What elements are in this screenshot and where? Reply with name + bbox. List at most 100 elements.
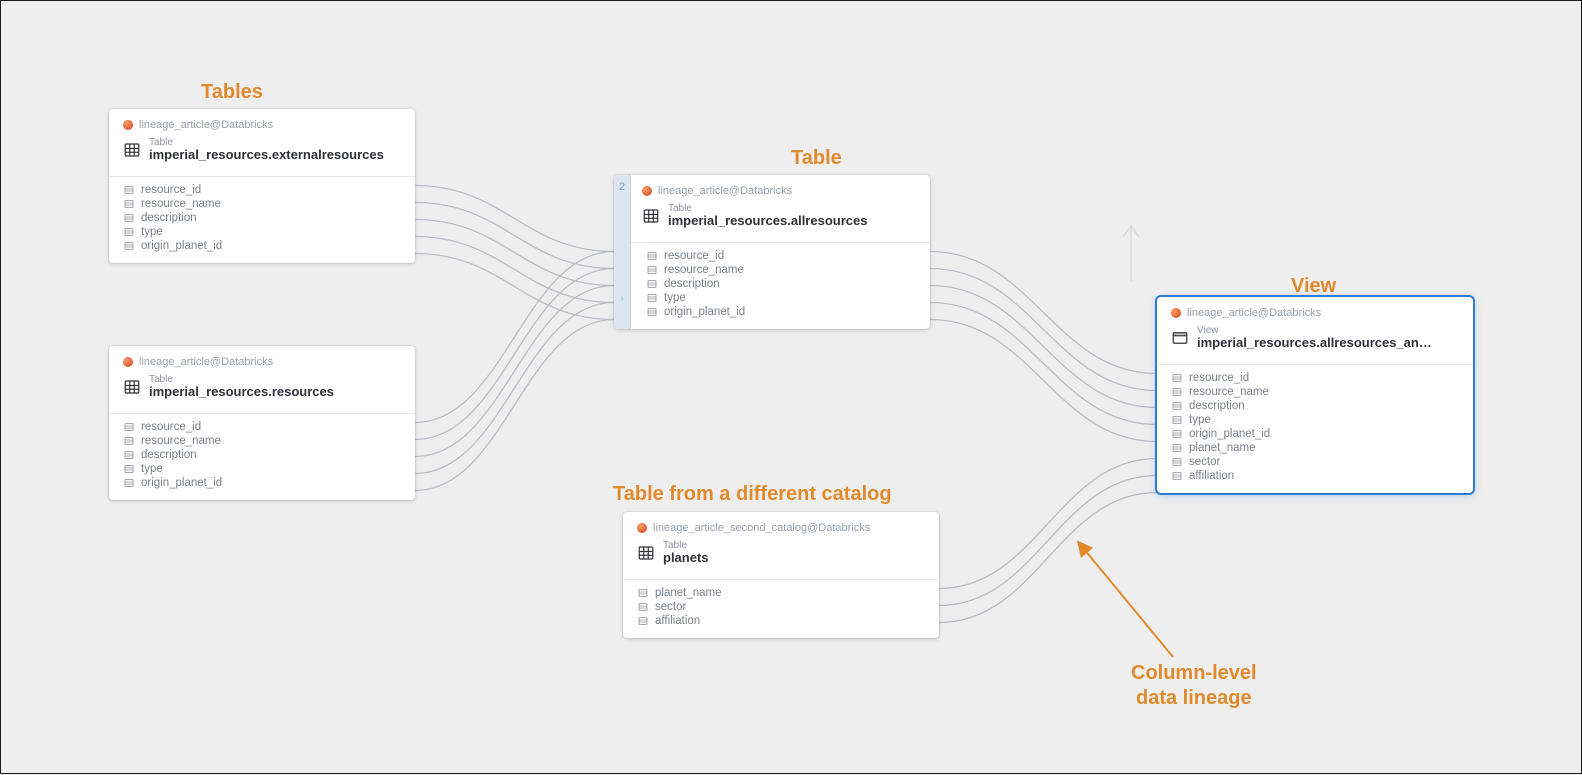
lineage-edge (930, 303, 1157, 425)
column-label: type (141, 463, 163, 475)
decorative-up-arrow (1123, 226, 1139, 281)
lineage-edge (415, 269, 614, 440)
lineage-node-n5[interactable]: lineage_article@DatabricksViewimperial_r… (1157, 297, 1473, 493)
column-icon (123, 449, 135, 461)
lineage-edge (415, 254, 614, 320)
annotation-arrow-column-lineage (1079, 543, 1173, 657)
node-kind: Table (149, 374, 334, 385)
node-source: lineage_article@Databricks (123, 356, 401, 368)
column-row[interactable]: origin_planet_id (119, 239, 405, 253)
lineage-node-n3[interactable]: 2›lineage_article@DatabricksTableimperia… (614, 175, 930, 329)
column-label: planet_name (1189, 442, 1256, 454)
column-icon (1171, 456, 1183, 468)
column-row[interactable]: resource_name (119, 434, 405, 448)
lineage-edge (415, 252, 614, 423)
column-icon (123, 226, 135, 238)
column-row[interactable]: planet_name (1167, 441, 1463, 455)
column-icon (123, 184, 135, 196)
node-upstream-gutter[interactable]: 2› (614, 175, 631, 329)
node-header: lineage_article@DatabricksTableimperial_… (109, 109, 415, 168)
lineage-node-n2[interactable]: lineage_article@DatabricksTableimperial_… (109, 346, 415, 500)
column-label: resource_name (141, 435, 221, 447)
node-columns: resource_idresource_namedescriptiontypeo… (614, 243, 930, 329)
column-row[interactable]: resource_id (1167, 371, 1463, 385)
node-kind: Table (663, 540, 709, 551)
lineage-canvas[interactable]: Tables Table Table from a different cata… (1, 1, 1581, 773)
column-row[interactable]: type (119, 462, 405, 476)
node-kind: View (1197, 325, 1432, 336)
column-icon (646, 278, 658, 290)
column-label: planet_name (655, 587, 722, 599)
column-icon (1171, 414, 1183, 426)
node-name: imperial_resources.allresources (668, 214, 867, 228)
node-source-label: lineage_article@Databricks (658, 185, 792, 197)
source-dot-icon (123, 357, 133, 367)
lineage-edge (415, 237, 614, 303)
column-row[interactable]: type (119, 225, 405, 239)
column-row[interactable]: sector (1167, 455, 1463, 469)
column-label: sector (1189, 456, 1220, 468)
column-row[interactable]: description (642, 277, 920, 291)
source-dot-icon (642, 186, 652, 196)
node-source: lineage_article_second_catalog@Databrick… (637, 522, 925, 534)
column-row[interactable]: description (1167, 399, 1463, 413)
column-label: resource_id (141, 421, 201, 433)
column-label: resource_id (141, 184, 201, 196)
column-row[interactable]: type (642, 291, 920, 305)
source-dot-icon (1171, 308, 1181, 318)
column-row[interactable]: resource_name (1167, 385, 1463, 399)
node-columns: planet_namesectoraffiliation (623, 580, 939, 638)
column-label: resource_id (664, 250, 724, 262)
lineage-edge (415, 203, 614, 269)
node-header: lineage_article@DatabricksViewimperial_r… (1157, 297, 1473, 356)
table-icon (637, 544, 655, 562)
lineage-edge (930, 269, 1157, 391)
column-row[interactable]: resource_id (119, 420, 405, 434)
column-icon (123, 435, 135, 447)
column-row[interactable]: resource_id (642, 249, 920, 263)
column-icon (637, 587, 649, 599)
column-label: origin_planet_id (664, 306, 745, 318)
column-label: type (141, 226, 163, 238)
column-label: description (1189, 400, 1245, 412)
column-row[interactable]: resource_name (642, 263, 920, 277)
column-label: description (141, 212, 197, 224)
column-row[interactable]: type (1167, 413, 1463, 427)
column-icon (646, 292, 658, 304)
lineage-edge (939, 459, 1157, 589)
lineage-node-n1[interactable]: lineage_article@DatabricksTableimperial_… (109, 109, 415, 263)
column-row[interactable]: affiliation (1167, 469, 1463, 483)
lineage-node-n4[interactable]: lineage_article_second_catalog@Databrick… (623, 512, 939, 638)
lineage-edge (939, 493, 1157, 623)
column-row[interactable]: origin_planet_id (119, 476, 405, 490)
column-row[interactable]: origin_planet_id (642, 305, 920, 319)
column-icon (1171, 400, 1183, 412)
column-row[interactable]: sector (633, 600, 929, 614)
annotation-column-lineage: Column-level data lineage (1131, 661, 1257, 711)
node-source: lineage_article@Databricks (123, 119, 401, 131)
column-icon (1171, 386, 1183, 398)
node-source-label: lineage_article@Databricks (139, 356, 273, 368)
column-row[interactable]: resource_name (119, 197, 405, 211)
node-columns: resource_idresource_name descriptiontypeo… (1157, 365, 1473, 493)
column-row[interactable]: planet_name (633, 586, 929, 600)
column-row[interactable]: description (119, 211, 405, 225)
column-row[interactable]: affiliation (633, 614, 929, 628)
column-icon (646, 264, 658, 276)
column-icon (1171, 428, 1183, 440)
table-icon (123, 378, 141, 396)
column-row[interactable]: origin_planet_id (1167, 427, 1463, 441)
column-icon (123, 212, 135, 224)
column-icon (646, 250, 658, 262)
column-label: resource_name (1189, 386, 1269, 398)
table-icon (123, 141, 141, 159)
column-row[interactable]: description (119, 448, 405, 462)
column-label: description (141, 449, 197, 461)
annotation-view: View (1291, 275, 1336, 298)
lineage-edge (415, 220, 614, 286)
chevron-right-icon: › (620, 293, 623, 304)
column-row[interactable]: resource_id (119, 183, 405, 197)
node-header: lineage_article_second_catalog@Databrick… (623, 512, 939, 571)
node-columns: resource_idresource_namedescription typeo… (109, 177, 415, 263)
column-label: description (664, 278, 720, 290)
